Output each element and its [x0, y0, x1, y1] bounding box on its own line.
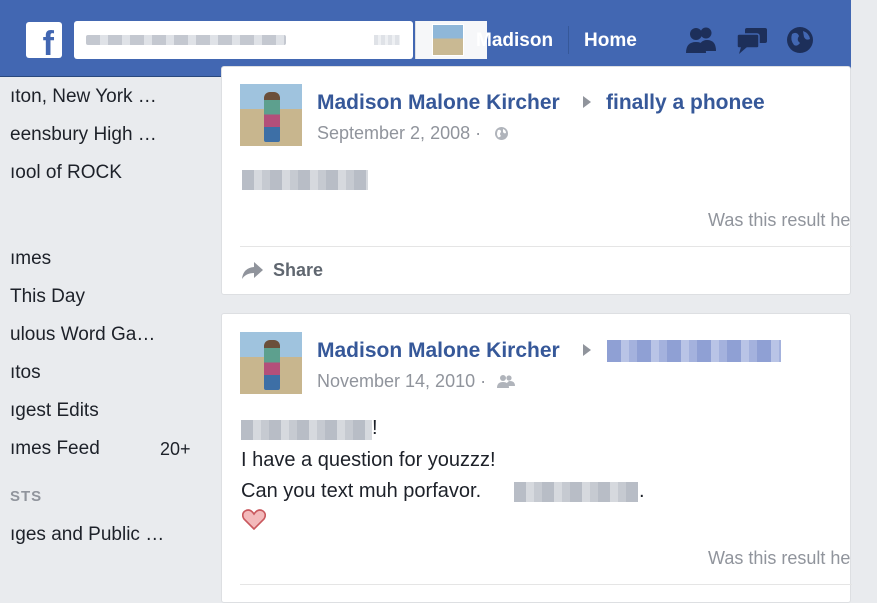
globe-icon: [495, 127, 508, 140]
friends-icon: [497, 375, 515, 388]
search-input[interactable]: [74, 21, 487, 59]
notifications-icon[interactable]: [784, 25, 818, 55]
author-avatar[interactable]: [240, 332, 302, 394]
sidebar-item-high-school[interactable]: eensbury High …: [10, 124, 157, 146]
search-query-redacted-tail: [374, 35, 400, 45]
games-feed-count-badge: 20+: [160, 439, 191, 459]
author-avatar[interactable]: [240, 84, 302, 146]
home-link[interactable]: Home: [584, 30, 637, 52]
was-this-result-helpful-prompt[interactable]: Was this result he: [708, 210, 850, 231]
sidebar-section-heading: STS: [10, 488, 43, 505]
shared-to-arrow-icon: [583, 344, 591, 356]
sidebar-item-games-feed[interactable]: ımes Feed: [10, 438, 100, 460]
sidebar-item-on-this-day[interactable]: This Day: [10, 286, 85, 308]
post-divider: [240, 246, 852, 247]
redacted-recipient-link[interactable]: [607, 340, 781, 362]
user-avatar[interactable]: [432, 24, 464, 56]
post-timestamp[interactable]: November 14, 2010 ·: [317, 371, 486, 392]
sidebar-item-school-of-rock[interactable]: ıool of ROCK: [10, 162, 122, 184]
search-query-redacted: [86, 35, 286, 45]
post-text-line-3: Can you text muh porfavor.: [241, 480, 482, 502]
messages-icon[interactable]: [735, 25, 769, 55]
heart-emoticon-icon: [242, 509, 266, 530]
sidebar-item-location[interactable]: ıton, New York …: [10, 86, 157, 108]
sidebar-item-games[interactable]: ımes: [10, 248, 51, 270]
shared-to-arrow-icon: [583, 96, 591, 108]
post-target-link[interactable]: finally a phonee: [606, 91, 765, 115]
post-text-line-3-suffix: .: [639, 480, 645, 502]
post-author-link[interactable]: Madison Malone Kircher: [317, 339, 560, 363]
post-divider: [240, 584, 852, 585]
facebook-logo[interactable]: f: [26, 22, 62, 63]
search-result-post-2: Madison Malone Kircher November 14, 2010…: [221, 313, 852, 603]
left-sidebar: ıton, New York … eensbury High … ıool of…: [0, 76, 210, 588]
friend-requests-icon[interactable]: [684, 25, 718, 55]
profile-link[interactable]: Madison: [476, 30, 553, 52]
post-text-line-2: I have a question for youzzz!: [241, 449, 496, 471]
share-arrow-icon: [242, 262, 263, 279]
share-button[interactable]: Share: [273, 260, 323, 281]
sidebar-item-suggest-edits[interactable]: ıgest Edits: [10, 400, 99, 422]
post-text-line-1-suffix: !: [372, 417, 378, 439]
redacted-greeting-name: [241, 420, 372, 440]
post-timestamp[interactable]: September 2, 2008 ·: [317, 123, 481, 144]
post-author-link[interactable]: Madison Malone Kircher: [317, 91, 560, 115]
was-this-result-helpful-prompt[interactable]: Was this result he: [708, 548, 850, 569]
search-result-post-1: Madison Malone Kircher finally a phonee …: [221, 66, 852, 295]
redacted-post-text: [242, 170, 368, 190]
nav-divider: [568, 26, 569, 54]
sidebar-item-pages-and-public[interactable]: ıges and Public …: [10, 524, 164, 546]
sidebar-item-photos[interactable]: ıtos: [10, 362, 41, 384]
sidebar-item-word-game[interactable]: ulous Word Ga…: [10, 324, 155, 346]
redacted-phone-number: [514, 482, 638, 502]
